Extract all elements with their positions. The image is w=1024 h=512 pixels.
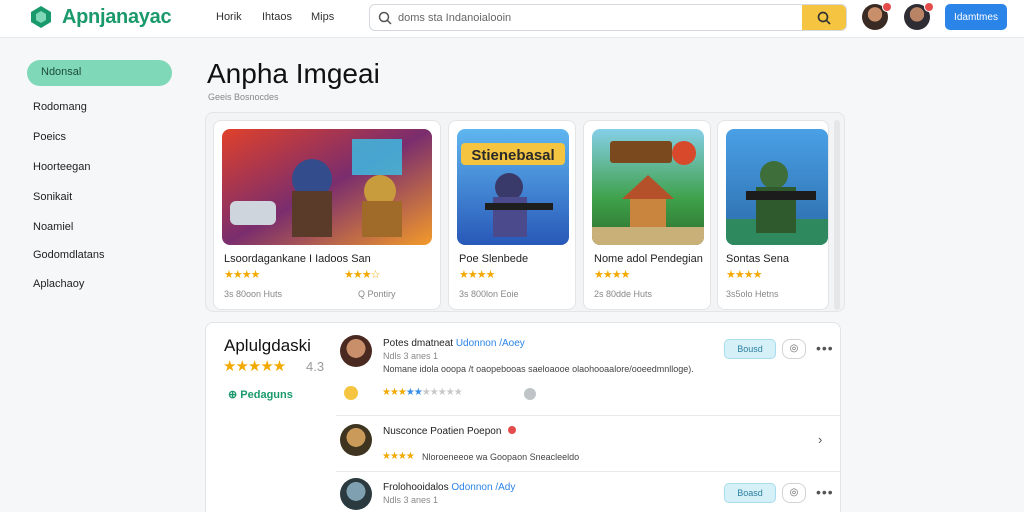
- sidebar-item[interactable]: Noamiel: [33, 221, 73, 233]
- rating-stars: ★★★★: [726, 269, 762, 281]
- chevron-right-icon[interactable]: ›: [818, 432, 822, 447]
- review-author-name: Potes dmatneat: [383, 338, 454, 349]
- game-meta: Q Pontiry: [358, 289, 396, 299]
- game-card[interactable]: Sontas Sena ★★★★ 3s5olo Hetns: [717, 120, 829, 310]
- divider: [336, 415, 840, 416]
- notification-badge: [882, 2, 892, 12]
- reviews-title: Aplulgdaski: [224, 336, 311, 355]
- review-text: Nloroeneeoe wa Goopaon Sneacleeldo: [422, 452, 580, 462]
- reviewer-avatar[interactable]: [340, 424, 372, 456]
- sidebar-item[interactable]: Hoorteegan: [33, 161, 91, 173]
- game-meta: 3s 800lon Eoie: [459, 289, 519, 299]
- game-card[interactable]: Lsoordagankane I Iadoos San ★★★★ ★★★☆ 3s…: [213, 120, 441, 310]
- sidebar-item[interactable]: Rodomang: [33, 101, 87, 113]
- search-button[interactable]: [802, 5, 846, 30]
- search-input[interactable]: [398, 8, 798, 28]
- sidebar-item[interactable]: Poeics: [33, 131, 66, 143]
- reviews-link[interactable]: ⊕ Pedaguns: [228, 388, 293, 401]
- review-author-name: Nusconce Poatien Poepon: [383, 426, 502, 437]
- rating-stars: ★★★★: [594, 269, 630, 281]
- review-author-name: Frolohooidalos: [383, 482, 449, 493]
- page-title: Anpha Imgeai: [207, 58, 380, 89]
- game-art-text: Stienebasal: [471, 147, 554, 164]
- review-action-button[interactable]: Bousd: [724, 339, 776, 359]
- review-text: Nomane idola ooopa /t oaopebooas saeloao…: [383, 364, 694, 374]
- status-dot-icon: [508, 426, 517, 434]
- reviews-rating-stars: ★★★★★: [223, 358, 286, 375]
- featured-scrollbar[interactable]: [834, 120, 840, 310]
- reviewer-avatar[interactable]: [340, 335, 372, 367]
- reviews-link-label: Pedaguns: [240, 389, 293, 401]
- nav-link-0[interactable]: Horik: [216, 11, 242, 23]
- top-bar: Apnjanayac Horik Ihtaos Mips Idamtmes: [0, 0, 1024, 38]
- game-art: Stienebasal: [457, 129, 569, 245]
- game-title: Lsoordagankane I Iadoos San: [224, 253, 371, 265]
- game-card[interactable]: Nome adol Pendegian ★★★★ 2s 80dde Huts: [583, 120, 711, 310]
- game-meta: 3s5olo Hetns: [726, 289, 779, 299]
- search-icon: [378, 11, 392, 25]
- logo-icon: [31, 6, 51, 28]
- more-options-icon[interactable]: •••: [816, 484, 834, 500]
- rating-stars: ★★★★: [459, 269, 495, 281]
- review-action-button[interactable]: Boasd: [724, 483, 776, 503]
- game-art: [222, 129, 432, 245]
- share-icon[interactable]: ◎: [782, 483, 806, 503]
- rating-stars: ★★★★: [224, 269, 260, 281]
- game-title: Poe Slenbede: [459, 253, 529, 265]
- nav-link-2[interactable]: Mips: [311, 11, 334, 23]
- avatar-user-2[interactable]: [904, 2, 934, 30]
- sidebar-item[interactable]: Godomdlatans: [33, 249, 105, 261]
- review-author: Nusconce Poatien Poepon: [383, 426, 517, 437]
- review-info-icon[interactable]: [524, 388, 536, 400]
- review-rating-stars: ★★★★★★★★★★: [382, 387, 463, 398]
- review-date: Ndls 3 anes 1: [383, 495, 439, 505]
- review-author-tag[interactable]: Udonnon /Aoey: [456, 338, 525, 349]
- review-date: Ndls 3 anes 1: [383, 351, 439, 361]
- search-button-icon: [817, 11, 831, 25]
- game-meta: 3s 80oon Huts: [224, 289, 283, 299]
- primary-action-button[interactable]: Idamtmes: [945, 4, 1007, 30]
- game-meta: 2s 80dde Huts: [594, 289, 653, 299]
- reviewer-badge-icon: [344, 386, 358, 400]
- game-title: Sontas Sena: [726, 253, 789, 265]
- more-options-icon[interactable]: •••: [816, 340, 834, 356]
- page-subtitle: Geeis Bosnocdes: [208, 92, 279, 102]
- search-bar: [369, 4, 847, 31]
- app-name[interactable]: Apnjanayac: [62, 6, 172, 29]
- reviews-score: 4.3: [306, 359, 325, 374]
- game-card[interactable]: Stienebasal Poe Slenbede ★★★★ 3s 800lon …: [448, 120, 576, 310]
- avatar-user-1[interactable]: [862, 2, 892, 30]
- notification-badge: [924, 2, 934, 12]
- review-author: Frolohooidalos Odonnon /Ady: [383, 482, 515, 493]
- sidebar-item[interactable]: Aplachaoy: [33, 278, 84, 290]
- rating-stars: ★★★☆: [344, 269, 380, 281]
- game-art: [592, 129, 704, 245]
- review-rating-stars: ★★★★: [382, 451, 415, 462]
- game-title: Nome adol Pendegian: [594, 253, 703, 265]
- nav-link-1[interactable]: Ihtaos: [262, 11, 292, 23]
- sidebar-item[interactable]: Sonikait: [33, 191, 72, 203]
- review-author: Potes dmatneat Udonnon /Aoey: [383, 338, 525, 349]
- review-author-tag[interactable]: Odonnon /Ady: [451, 482, 515, 493]
- divider: [336, 471, 840, 472]
- reviewer-avatar[interactable]: [340, 478, 372, 510]
- share-icon[interactable]: ◎: [782, 339, 806, 359]
- game-art: [726, 129, 828, 245]
- sidebar-item-active[interactable]: Ndonsal: [27, 60, 172, 86]
